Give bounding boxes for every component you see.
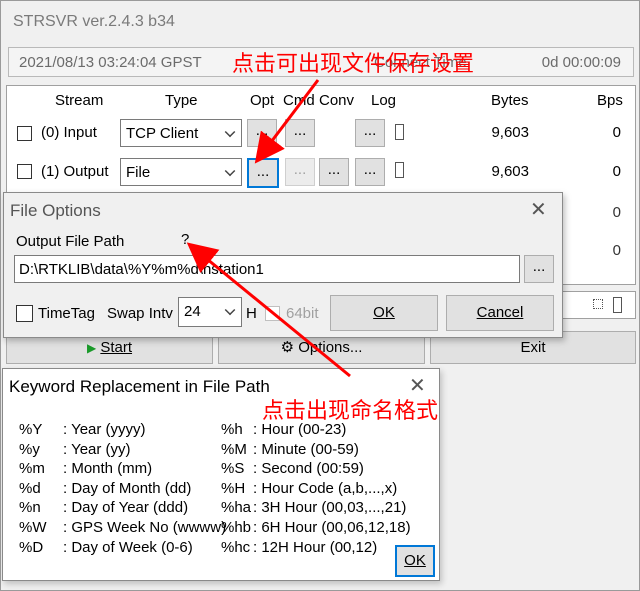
- annotation-arrows: [186, 79, 351, 378]
- arrow-to-opt-button: [254, 79, 320, 164]
- arrow-to-help: [186, 242, 351, 378]
